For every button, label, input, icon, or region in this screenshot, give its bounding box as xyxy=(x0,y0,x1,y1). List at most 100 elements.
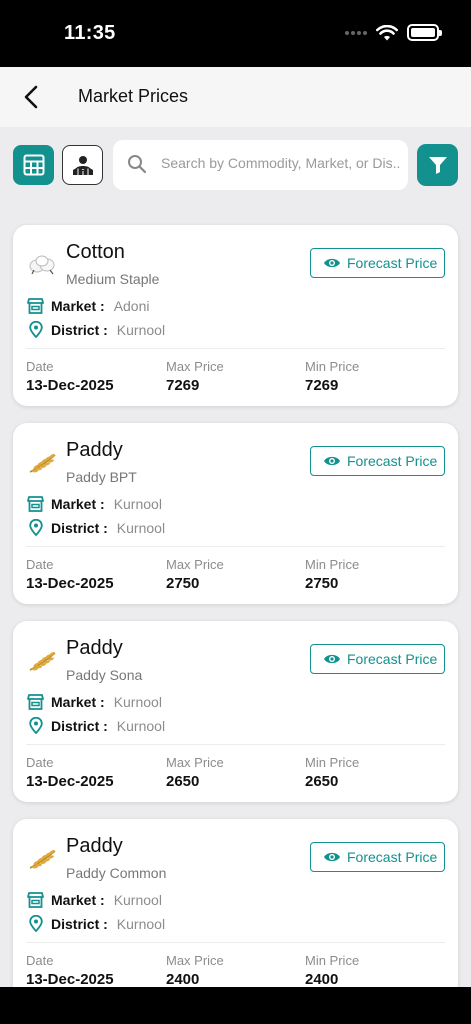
card-divider xyxy=(26,744,445,745)
market-row: Market : Kurnool xyxy=(27,495,162,512)
district-row: District : Kurnool xyxy=(27,519,165,536)
max-price-value: 2650 xyxy=(166,773,200,790)
forecast-price-button[interactable]: Forecast Price xyxy=(310,842,445,872)
location-pin-icon xyxy=(27,915,44,932)
search-box[interactable] xyxy=(113,140,408,190)
district-value: Kurnool xyxy=(116,915,166,932)
min-price-stat: Min Price 2400 xyxy=(305,953,359,988)
location-pin-icon xyxy=(27,321,44,338)
min-price-value: 2400 xyxy=(305,971,339,988)
grid-view-button[interactable] xyxy=(13,145,54,185)
store-icon xyxy=(27,891,44,908)
min-price-stat: Min Price 2750 xyxy=(305,557,359,592)
price-card: Paddy Paddy BPT Forecast Price Market : … xyxy=(13,423,458,604)
forecast-price-button[interactable]: Forecast Price xyxy=(310,446,445,476)
market-row: Market : Kurnool xyxy=(27,891,162,908)
date-stat: Date 13-Dec-2025 xyxy=(26,557,114,592)
date-stat: Date 13-Dec-2025 xyxy=(26,359,114,394)
min-price-label: Min Price xyxy=(305,953,360,968)
district-row: District : Kurnool xyxy=(27,717,165,734)
chevron-left-icon xyxy=(24,85,38,109)
date-label: Date xyxy=(26,359,54,374)
max-price-stat: Max Price 2750 xyxy=(166,557,224,592)
max-price-stat: Max Price 7269 xyxy=(166,359,224,394)
search-input[interactable] xyxy=(161,155,401,171)
district-value: Kurnool xyxy=(116,321,166,338)
min-price-value: 7269 xyxy=(305,377,339,394)
district-value: Kurnool xyxy=(116,717,166,734)
min-price-label: Min Price xyxy=(305,557,360,572)
date-label: Date xyxy=(26,953,54,968)
commodity-name: Paddy xyxy=(66,637,123,659)
paddy-icon xyxy=(29,849,56,869)
filter-icon xyxy=(428,157,447,174)
eye-icon xyxy=(324,258,340,268)
page-title: Market Prices xyxy=(78,86,189,106)
status-time: 11:35 xyxy=(64,22,116,44)
date-value: 13-Dec-2025 xyxy=(26,575,114,592)
cellular-signal-icon xyxy=(345,30,367,35)
paddy-icon xyxy=(29,453,56,473)
commodity-variety: Medium Staple xyxy=(66,271,160,287)
date-value: 13-Dec-2025 xyxy=(26,773,114,790)
search-icon xyxy=(128,155,147,174)
max-price-stat: Max Price 2400 xyxy=(166,953,224,988)
max-price-label: Max Price xyxy=(166,953,224,968)
commodity-variety: Paddy BPT xyxy=(66,469,137,485)
min-price-label: Min Price xyxy=(305,755,360,770)
home-indicator-bar xyxy=(0,987,471,1024)
back-button[interactable] xyxy=(18,83,44,111)
max-price-label: Max Price xyxy=(166,359,224,374)
commodity-name: Paddy xyxy=(66,439,123,461)
date-value: 13-Dec-2025 xyxy=(26,971,114,988)
map-view-button[interactable] xyxy=(62,145,103,185)
market-value: Kurnool xyxy=(113,891,162,908)
market-label: Market : xyxy=(51,891,105,908)
location-pin-icon xyxy=(27,717,44,734)
filter-button[interactable] xyxy=(417,144,458,186)
battery-icon xyxy=(407,24,442,41)
district-value: Kurnool xyxy=(116,519,166,536)
date-value: 13-Dec-2025 xyxy=(26,377,114,394)
location-pin-icon xyxy=(27,519,44,536)
store-icon xyxy=(27,495,44,512)
market-value: Adoni xyxy=(113,297,150,314)
forecast-price-label: Forecast Price xyxy=(347,255,438,271)
max-price-value: 2750 xyxy=(166,575,200,592)
commodity-variety: Paddy Common xyxy=(66,865,167,881)
date-stat: Date 13-Dec-2025 xyxy=(26,953,114,988)
market-label: Market : xyxy=(51,693,105,710)
card-divider xyxy=(26,546,445,547)
card-divider xyxy=(26,348,445,349)
max-price-value: 2400 xyxy=(166,971,200,988)
forecast-price-label: Forecast Price xyxy=(347,651,438,667)
forecast-price-button[interactable]: Forecast Price xyxy=(310,248,445,278)
commodity-name: Paddy xyxy=(66,835,123,857)
max-price-value: 7269 xyxy=(166,377,200,394)
commodity-name: Cotton xyxy=(66,241,125,263)
max-price-stat: Max Price 2650 xyxy=(166,755,224,790)
market-label: Market : xyxy=(51,297,105,314)
max-price-label: Max Price xyxy=(166,755,224,770)
eye-icon xyxy=(324,456,340,466)
wifi-icon xyxy=(376,24,398,40)
market-label: Market : xyxy=(51,495,105,512)
market-value: Kurnool xyxy=(113,495,162,512)
market-row: Market : Kurnool xyxy=(27,693,162,710)
app-header: Market Prices xyxy=(0,67,471,127)
max-price-label: Max Price xyxy=(166,557,224,572)
date-label: Date xyxy=(26,557,54,572)
market-row: Market : Adoni xyxy=(27,297,150,314)
store-icon xyxy=(27,693,44,710)
date-label: Date xyxy=(26,755,54,770)
forecast-price-button[interactable]: Forecast Price xyxy=(310,644,445,674)
price-card: Paddy Paddy Common Forecast Price Market… xyxy=(13,819,458,1000)
min-price-label: Min Price xyxy=(305,359,360,374)
eye-icon xyxy=(324,852,340,862)
card-divider xyxy=(26,942,445,943)
status-icons xyxy=(345,24,442,41)
district-label: District : xyxy=(51,519,108,536)
toolbar xyxy=(0,140,471,192)
district-label: District : xyxy=(51,717,108,734)
eye-icon xyxy=(324,654,340,664)
